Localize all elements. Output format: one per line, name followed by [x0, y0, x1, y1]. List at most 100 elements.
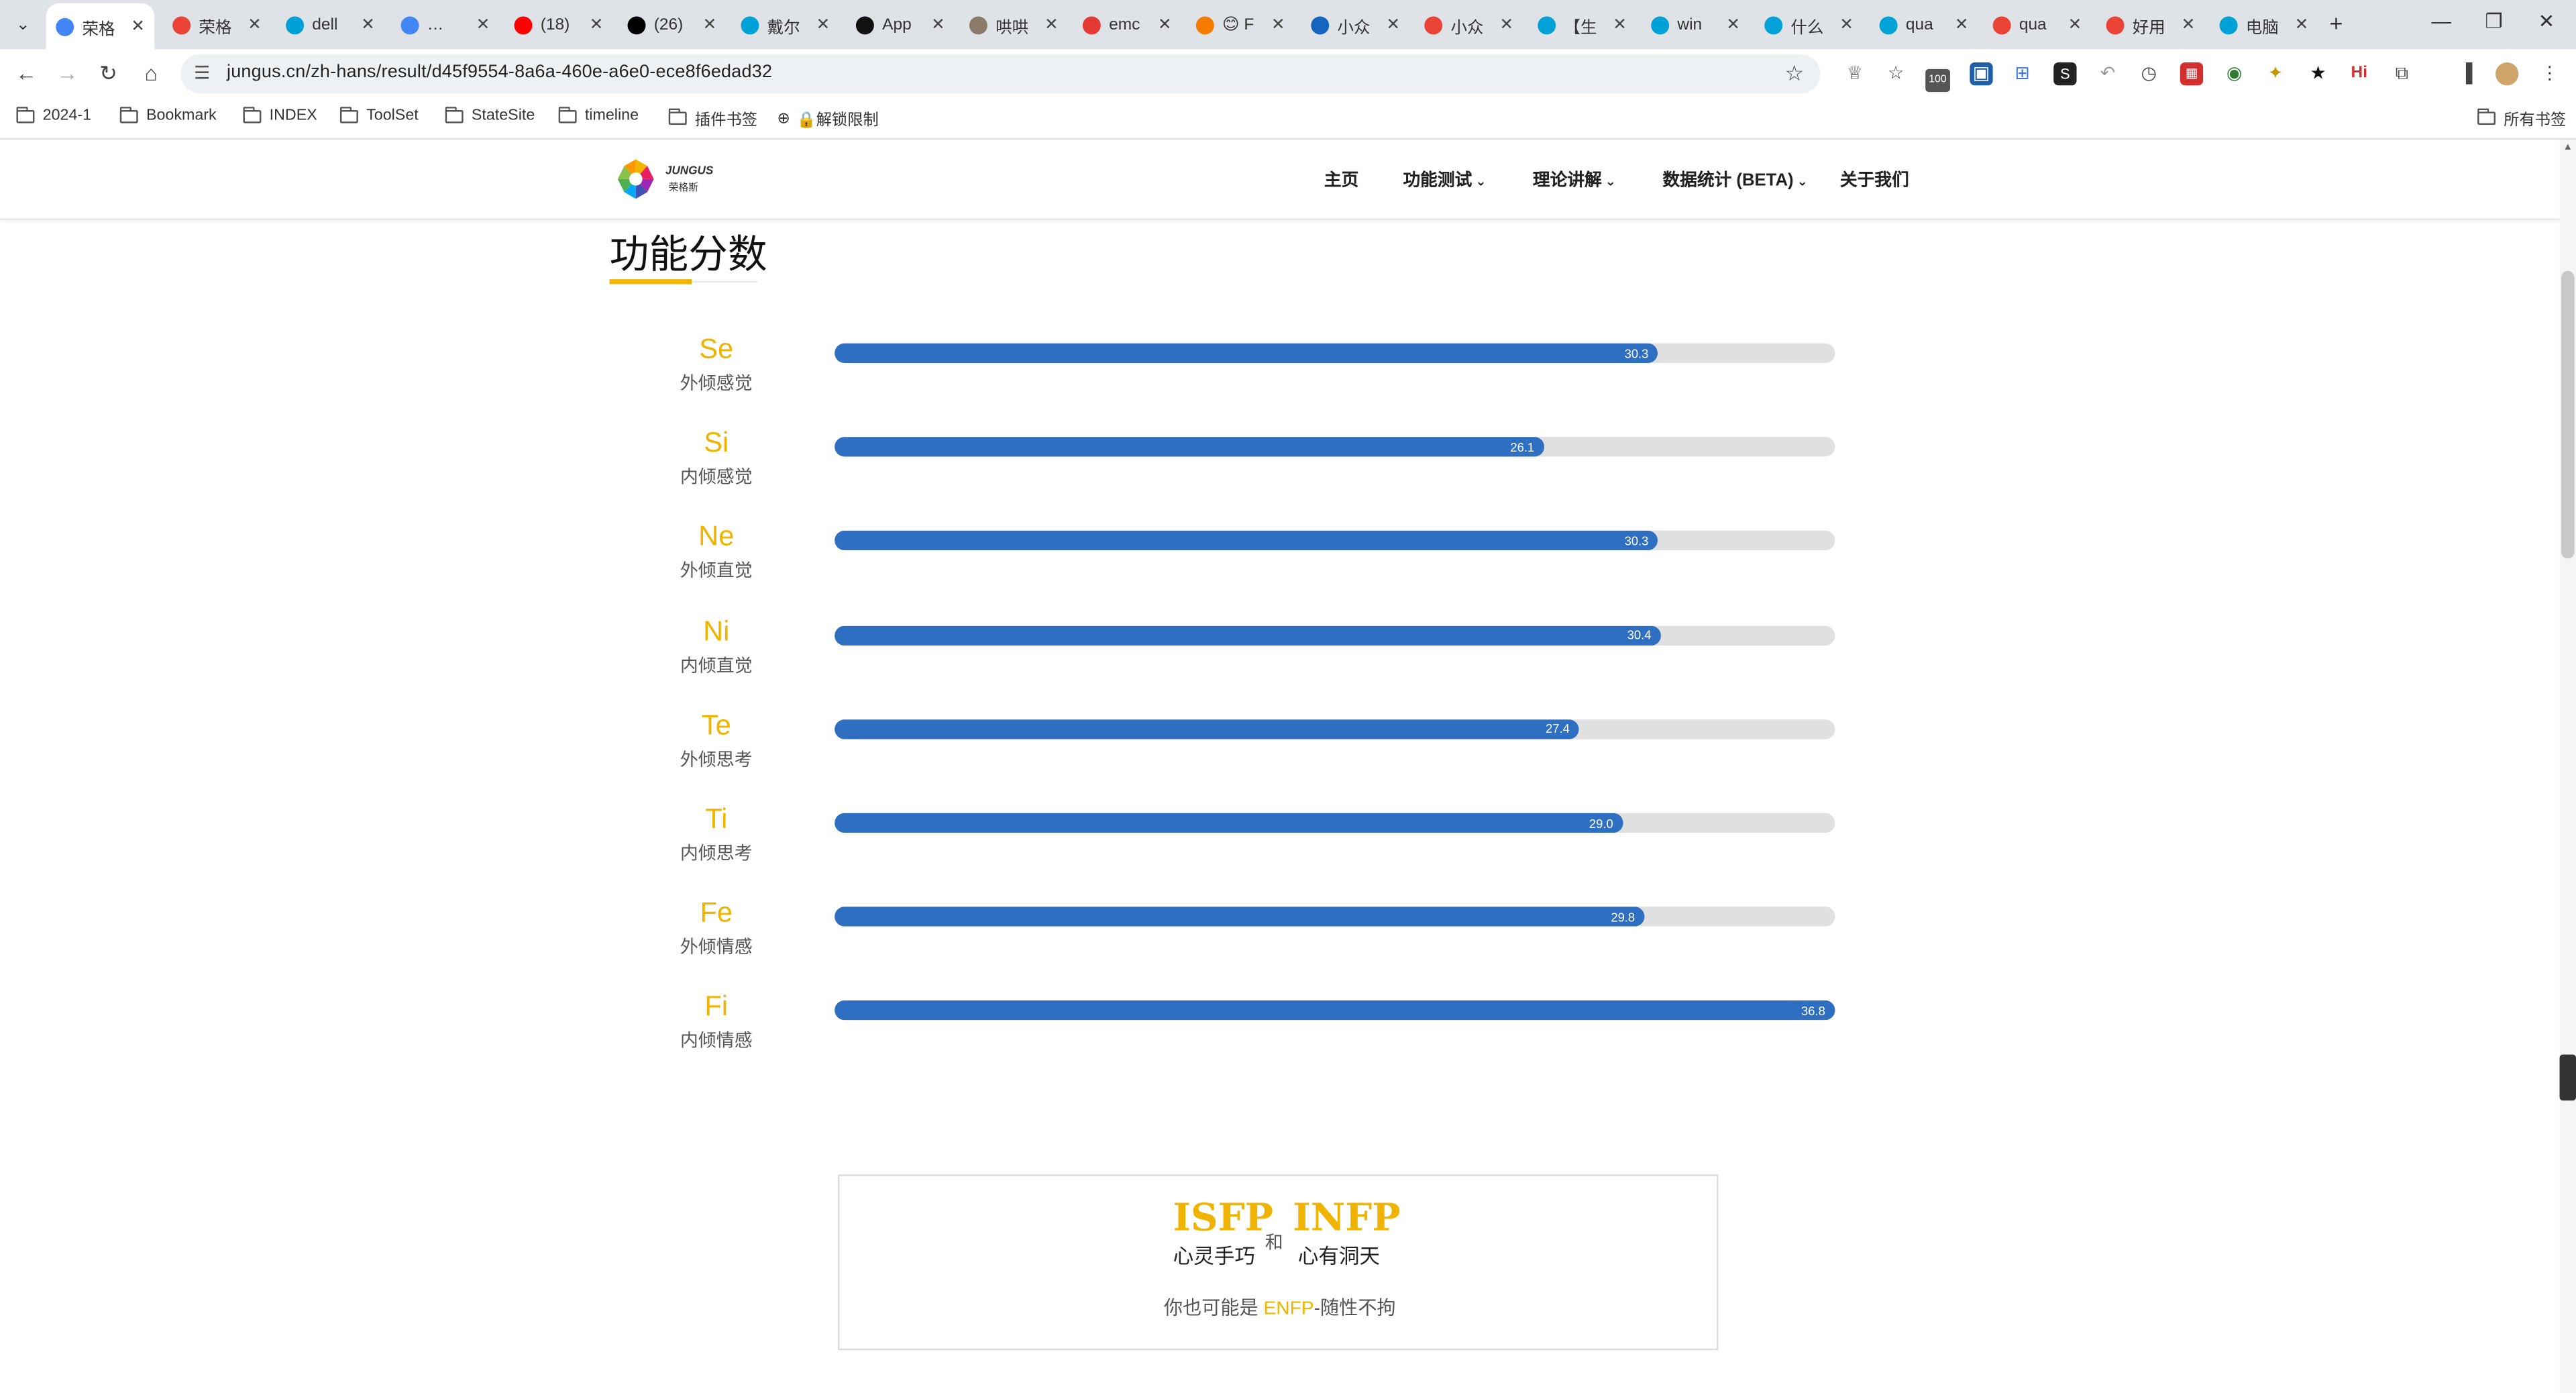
hi-extension-icon[interactable]: Hi — [2348, 62, 2371, 85]
undo-extension-icon[interactable]: ↶ — [2096, 62, 2119, 85]
browser-tab[interactable]: (26) ✕ — [618, 7, 727, 43]
close-tab-icon[interactable]: ✕ — [1723, 15, 1743, 34]
bookmark-link[interactable]: ⊕ 🔒解锁限制 — [777, 107, 878, 130]
close-tab-icon[interactable]: ✕ — [1155, 15, 1175, 34]
close-tab-icon[interactable]: ✕ — [1497, 15, 1516, 34]
new-tab-button[interactable]: + — [2323, 10, 2349, 36]
close-tab-icon[interactable]: ✕ — [473, 15, 492, 34]
browser-tab[interactable]: 【生 ✕ — [1528, 7, 1637, 43]
close-tab-icon[interactable]: ✕ — [1837, 15, 1856, 34]
profile-avatar[interactable] — [2496, 62, 2519, 86]
close-tab-icon[interactable]: ✕ — [1383, 15, 1403, 34]
tab-active[interactable]: 荣格 ✕ — [46, 3, 155, 50]
back-icon[interactable]: ← — [13, 61, 40, 87]
close-tab-icon[interactable]: ✕ — [1951, 15, 1971, 34]
browser-tab[interactable]: qua ✕ — [1983, 7, 2092, 43]
close-tab-icon[interactable]: ✕ — [586, 15, 606, 34]
browser-tab[interactable]: 荣格 ✕ — [162, 7, 271, 43]
browser-tab[interactable]: 哄哄 ✕ — [959, 7, 1068, 43]
browser-tab[interactable]: App ✕ — [846, 7, 955, 43]
close-tab-icon[interactable]: ✕ — [813, 15, 833, 34]
forward-icon[interactable]: → — [54, 61, 80, 87]
site-logo[interactable]: JUNGUS 荣格斯 — [611, 156, 713, 203]
bluebox-extension-icon[interactable]: ▣ — [1970, 62, 1993, 86]
close-tab-icon[interactable]: ✕ — [245, 15, 264, 34]
close-window-icon[interactable]: ✕ — [2530, 10, 2563, 33]
browser-tab[interactable]: 好用 ✕ — [2096, 7, 2205, 43]
star-filled-extension-icon[interactable]: ★ — [2306, 62, 2329, 85]
url-text[interactable]: jungus.cn/zh-hans/result/d45f9554-8a6a-4… — [227, 62, 772, 82]
tab-search-icon[interactable]: ⌄ — [7, 10, 40, 40]
red-extension-icon[interactable]: ▦ — [2180, 62, 2204, 86]
image-icon — [969, 15, 987, 34]
bookmark-folder[interactable]: INDEX — [243, 105, 317, 125]
bookmark-folder[interactable]: ToolSet — [339, 105, 419, 125]
counter-extension-icon[interactable]: 100 — [1925, 62, 1951, 93]
menu-icon[interactable]: ⋮ — [2538, 62, 2561, 85]
s-extension-icon[interactable]: S — [2053, 62, 2077, 86]
close-tab-icon[interactable]: ✕ — [358, 15, 378, 34]
bookmark-folder[interactable]: 2024-1 — [16, 105, 91, 125]
nav-theory[interactable]: 理论讲解 ⌄ — [1533, 168, 1616, 193]
all-bookmarks-folder[interactable]: 所有书签 — [2477, 107, 2566, 130]
browser-tab[interactable]: 什么 ✕ — [1755, 7, 1864, 43]
side-panel-icon[interactable]: ▐ — [2455, 62, 2477, 85]
puzzle-gold-extension-icon[interactable]: ✦ — [2264, 62, 2287, 85]
star-extension-icon[interactable]: ☆ — [1884, 62, 1907, 85]
close-tab-icon[interactable]: ✕ — [2178, 15, 2198, 34]
nav-function-test[interactable]: 功能测试 ⌄ — [1403, 168, 1486, 193]
browser-tab[interactable]: (18) ✕ — [504, 7, 613, 43]
nav-statistics[interactable]: 数据统计 (BETA) ⌄ — [1662, 168, 1808, 193]
close-tab-icon[interactable]: ✕ — [2065, 15, 2084, 34]
bookmark-folder[interactable]: 插件书签 — [668, 107, 757, 130]
bilibili-icon — [1651, 15, 1670, 34]
close-tab-icon[interactable]: ✕ — [2292, 15, 2311, 34]
minimize-icon[interactable]: — — [2425, 10, 2458, 33]
bookmark-star-icon[interactable]: ☆ — [1784, 61, 1804, 87]
alternative-type-link[interactable]: ENFP — [1264, 1299, 1314, 1319]
tab-title: qua — [1905, 15, 1933, 34]
address-bar[interactable]: ☰ jungus.cn/zh-hans/result/d45f9554-8a6a… — [180, 54, 1821, 94]
browser-tab[interactable]: 电脑 ✕ — [2210, 7, 2318, 43]
history-extension-icon[interactable]: ◷ — [2137, 62, 2160, 85]
bookmark-folder[interactable]: Bookmark — [119, 105, 217, 125]
home-icon[interactable]: ⌂ — [138, 61, 164, 87]
nav-about[interactable]: 关于我们 — [1840, 168, 1909, 193]
bilibili-icon — [1764, 15, 1783, 34]
reload-icon[interactable]: ↻ — [95, 61, 121, 87]
browser-tab[interactable]: emc ✕ — [1073, 7, 1181, 43]
close-tab-icon[interactable]: ✕ — [128, 17, 148, 36]
browser-tab[interactable]: … ✕ — [391, 7, 500, 43]
restore-icon[interactable]: ❐ — [2477, 10, 2510, 33]
browser-tab[interactable]: 小众 ✕ — [1301, 7, 1410, 43]
bookmark-folder[interactable]: timeline — [558, 105, 639, 125]
extensions-puzzle-icon[interactable]: ⧉ — [2390, 62, 2413, 85]
globe-extension-icon[interactable]: ◉ — [2222, 62, 2245, 85]
close-tab-icon[interactable]: ✕ — [928, 15, 948, 34]
page-scrollbar[interactable]: ▲ — [2559, 140, 2576, 1393]
tab-title: qua — [2019, 15, 2047, 34]
site-header: JUNGUS 荣格斯 主页 功能测试 ⌄ 理论讲解 ⌄ 数据统计 (BETA) ⌄ 关… — [0, 140, 2560, 221]
close-tab-icon[interactable]: ✕ — [1269, 15, 1288, 34]
scrollbar-thumb[interactable] — [2561, 270, 2575, 559]
translate-extension-icon[interactable]: ⊞ — [2011, 62, 2034, 85]
browser-tab[interactable]: 小众 ✕ — [1415, 7, 1523, 43]
browser-tab[interactable]: 😊 F ✕ — [1186, 7, 1295, 43]
close-tab-icon[interactable]: ✕ — [1610, 15, 1629, 34]
browser-tab[interactable]: 戴尔 ✕ — [731, 7, 840, 43]
bookmark-folder[interactable]: StateSite — [445, 105, 535, 125]
close-tab-icon[interactable]: ✕ — [700, 15, 719, 34]
score-bar-track: 27.4 — [835, 719, 1835, 739]
browser-tab[interactable]: dell ✕ — [276, 7, 384, 43]
browser-tab[interactable]: win ✕ — [1642, 7, 1750, 43]
close-tab-icon[interactable]: ✕ — [1042, 15, 1061, 34]
score-value-label: 27.4 — [1546, 721, 1570, 737]
score-bar-fill: 27.4 — [835, 719, 1580, 739]
trophy-extension-icon[interactable]: ♕ — [1843, 62, 1866, 85]
tab-title: win — [1677, 15, 1703, 34]
scroll-up-icon[interactable]: ▲ — [2561, 143, 2575, 156]
youtube-icon — [514, 15, 533, 34]
site-info-icon[interactable]: ☰ — [194, 62, 210, 83]
browser-tab[interactable]: qua ✕ — [1870, 7, 1978, 43]
nav-home[interactable]: 主页 — [1324, 168, 1358, 193]
